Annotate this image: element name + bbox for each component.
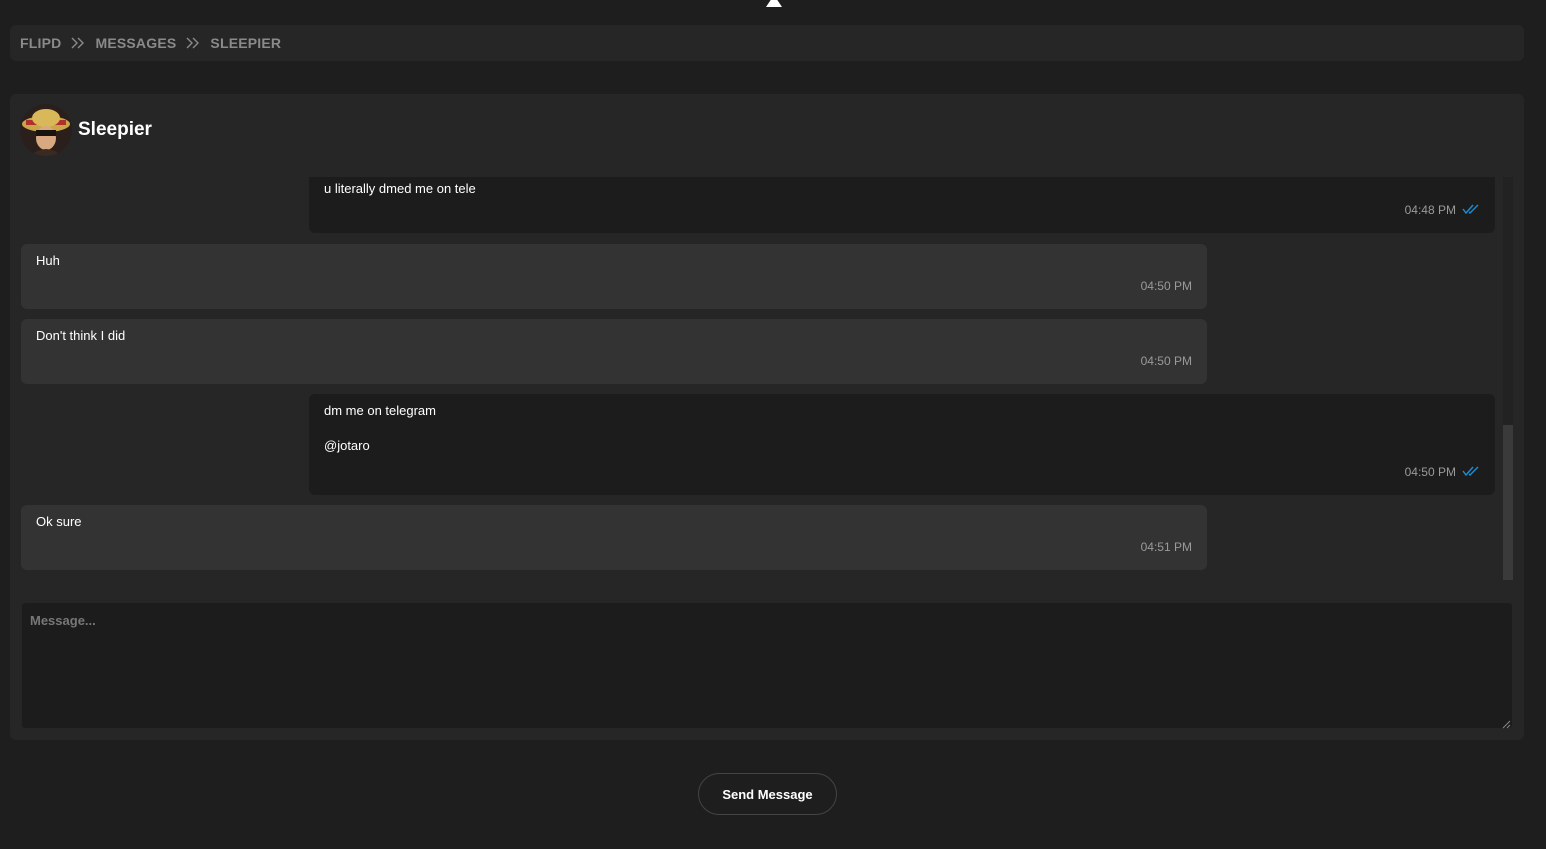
message-bubble-outgoing: u literally dmed me on tele 04:48 PM [309,177,1495,233]
message-time: 04:50 PM [1404,465,1456,479]
message-input[interactable] [22,603,1512,728]
message-bubble-incoming: Huh 04:50 PM [21,244,1207,309]
message-text: u literally dmed me on tele [324,181,476,196]
breadcrumb-item-messages[interactable]: MESSAGES [95,35,176,51]
message-text: Huh [36,253,60,268]
message-meta: 04:50 PM [1405,465,1480,479]
message-bubble-outgoing: dm me on telegram @jotaro 04:50 PM [309,394,1495,495]
breadcrumb-item-current: SLEEPIER [210,35,282,51]
contact-name: Sleepier [78,119,152,140]
message-time: 04:50 PM [1140,279,1192,293]
message-text: dm me on telegram [324,403,436,418]
chat-panel: Sleepier u literally dmed me on tele 04:… [10,94,1524,740]
breadcrumb-item-flipd[interactable]: FLIPD [20,35,61,51]
resize-handle-icon[interactable] [1501,716,1511,729]
message-time: 04:48 PM [1404,203,1456,217]
chat-header: Sleepier [20,104,152,156]
message-bubble-incoming: Don't think I did 04:50 PM [21,319,1207,384]
breadcrumb: FLIPD MESSAGES SLEEPIER [10,25,1524,61]
scrollbar-thumb[interactable] [1503,425,1513,580]
avatar[interactable] [20,104,72,156]
logo-icon[interactable] [762,0,786,7]
message-bubble-incoming: Ok sure 04:51 PM [21,505,1207,570]
message-text-line2: @jotaro [324,438,370,453]
send-message-button[interactable]: Send Message [698,773,837,815]
double-check-icon [1462,465,1480,479]
message-meta: 04:50 PM [1141,279,1192,293]
message-time: 04:51 PM [1140,540,1192,554]
message-list-scrollbar[interactable] [1503,177,1513,580]
chevron-double-right-icon [184,36,202,50]
message-text: Ok sure [36,514,82,529]
message-meta: 04:48 PM [1405,203,1480,217]
chevron-double-right-icon [69,36,87,50]
message-list[interactable]: u literally dmed me on tele 04:48 PM Huh… [10,177,1514,580]
message-meta: 04:51 PM [1141,540,1192,554]
message-meta: 04:50 PM [1141,354,1192,368]
message-text: Don't think I did [36,328,126,343]
message-time: 04:50 PM [1140,354,1192,368]
double-check-icon [1462,203,1480,217]
